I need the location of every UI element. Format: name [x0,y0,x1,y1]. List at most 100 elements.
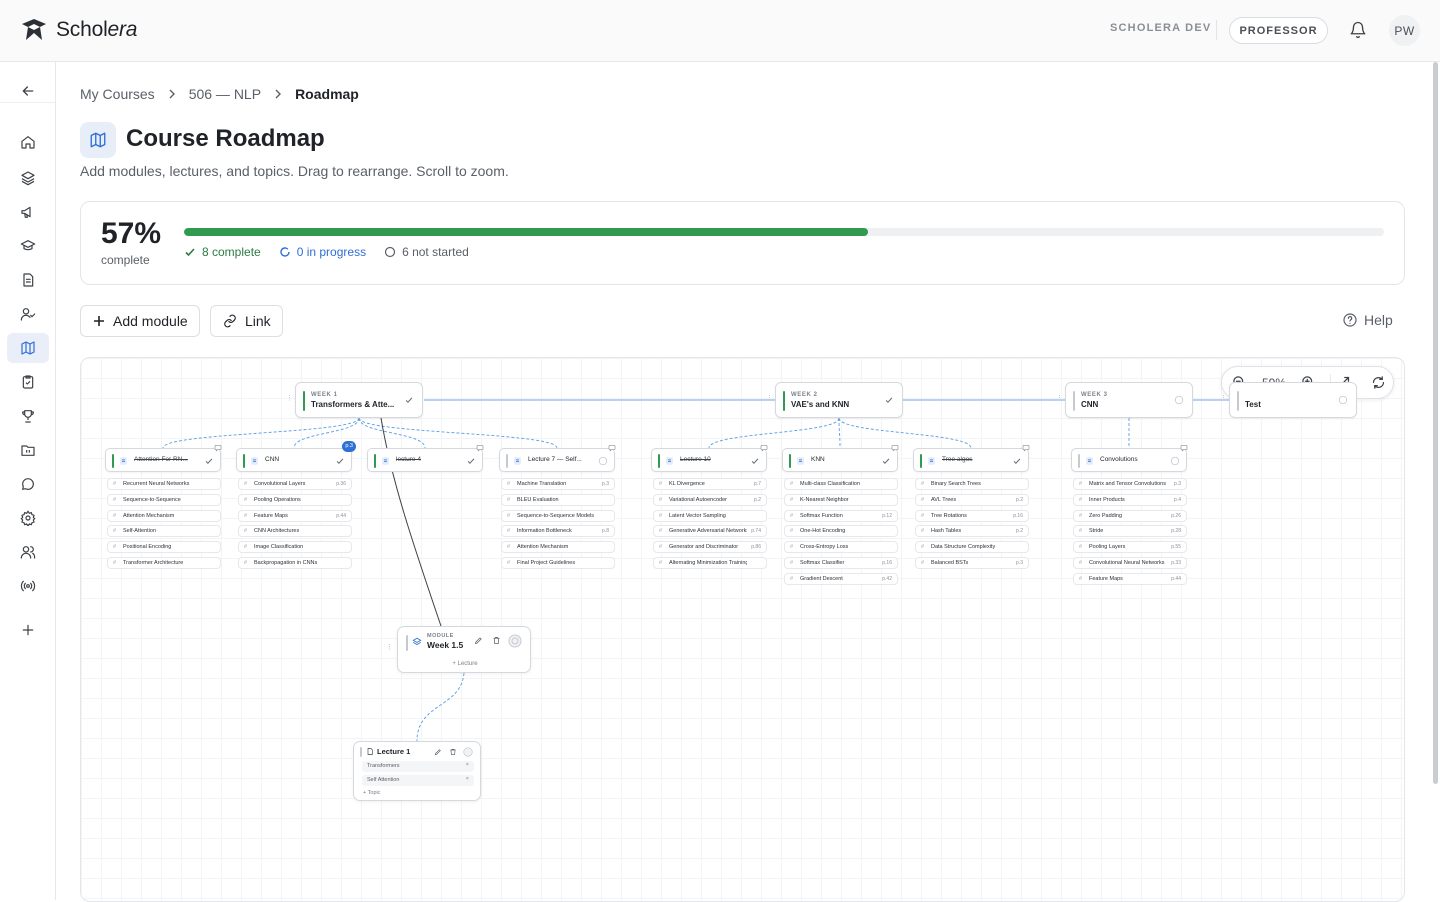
status-indicator[interactable] [1338,395,1348,405]
topic-chip[interactable]: # Sequence-to-Sequence [107,493,221,506]
role-badge[interactable]: PROFESSOR [1229,17,1328,44]
status-indicator[interactable] [404,395,414,405]
link-button[interactable]: Link [210,305,283,337]
pencil-icon[interactable] [474,636,483,645]
breadcrumb-course[interactable]: 506 — NLP [189,86,261,102]
status-indicator[interactable] [335,456,345,466]
topic-chip[interactable]: # Information Bottleneck p.8 [501,525,615,538]
topic-chip[interactable]: # Alternating Minimization Training [653,557,767,569]
status-indicator[interactable] [750,456,760,466]
check-icon[interactable] [335,456,345,466]
chat-icon[interactable] [7,469,49,499]
graduation-cap-icon[interactable] [7,231,49,261]
status-indicator[interactable] [1174,395,1184,405]
status-indicator[interactable] [1012,456,1022,466]
comment-icon[interactable] [1180,444,1188,452]
trash-icon[interactable] [492,636,501,645]
comment-icon[interactable] [608,444,616,452]
status-circle-icon[interactable] [508,634,522,648]
folder-icon[interactable] [7,435,49,465]
topic-chip[interactable]: # Machine Translation p.3 [501,478,615,490]
check-icon[interactable] [404,395,414,405]
roadmap-canvas[interactable]: MODULE Week 1.5 + Lecture Lecture 1 Tran… [80,357,1405,902]
week-node[interactable]: WEEK 3 CNN [1065,382,1193,418]
topic-chip[interactable]: # K-Nearest Neighbor [784,493,898,506]
status-indicator[interactable] [598,456,608,466]
status-circle-icon[interactable] [598,456,608,466]
drag-handle-icon[interactable]: ⋮ [386,643,393,651]
topic-chip[interactable]: # Pooling Operations [238,493,352,506]
comment-icon[interactable] [760,444,768,452]
layers-icon[interactable] [7,163,49,193]
topic-chip[interactable]: # KL Divergence p.7 [653,478,767,490]
broadcast-icon[interactable] [7,571,49,601]
lecture-node[interactable]: Lecture 7 — Self... [499,445,616,472]
add-topic-button[interactable]: + Topic [363,790,380,796]
topic-chip[interactable]: # Stride p.28 [1073,525,1187,538]
lecture-node[interactable]: Attention For RN... [105,445,222,472]
topic-chip[interactable]: # Variational Autoencoder p.2 [653,493,767,506]
users-icon[interactable] [7,537,49,567]
bell-icon[interactable] [1349,21,1367,39]
add-lecture-button[interactable]: + Lecture [398,661,532,667]
topic-chip[interactable]: # Convolutional Neural Networks p.33 [1073,557,1187,569]
topic-chip[interactable]: # Sequence-to-Sequence Models [501,509,615,522]
page-badge[interactable]: p.3 [342,441,356,452]
week-node[interactable]: WEEK 1 Transformers & Atte... [295,382,423,418]
add-module-button[interactable]: Add module [80,305,200,337]
lecture-node[interactable]: Convolutions [1071,445,1188,472]
topic-chip[interactable]: # Pooling Layers p.55 [1073,541,1187,554]
check-icon[interactable] [884,395,894,405]
gear-icon[interactable] [7,503,49,533]
topic-chip[interactable]: # One-Hot Encoding [784,525,898,538]
topic-chip[interactable]: # Attention Mechanism [501,541,615,554]
topic-chip[interactable]: # Recurrent Neural Networks [107,478,221,490]
comment-icon[interactable] [476,444,484,452]
check-icon[interactable] [881,456,891,466]
lecture-node[interactable]: KNN [782,445,899,472]
add-icon[interactable] [7,615,49,645]
topic-chip[interactable]: # Latent Vector Sampling [653,509,767,522]
status-indicator[interactable] [204,456,214,466]
drag-handle-icon[interactable]: ⋮ [766,395,773,402]
comment-icon[interactable] [891,444,899,452]
drag-handle-icon[interactable]: ⋮ [1056,395,1063,402]
topic-chip[interactable]: # Multi-class Classification [784,478,898,490]
page-scrollbar[interactable] [1433,62,1438,784]
topic-chip[interactable]: # Binary Search Trees [915,478,1029,490]
lecture-node[interactable]: Lecture 10 [651,445,768,472]
trophy-icon[interactable] [7,401,49,431]
topic-chip[interactable]: # Generative Adversarial Networks p.74 [653,525,767,538]
topic-chip[interactable]: # Transformer Architecture [107,557,221,569]
topic-chip[interactable]: # AVL Trees p.2 [915,493,1029,506]
topic-chip[interactable]: Transformers × [362,761,474,772]
status-circle-icon[interactable] [1170,456,1180,466]
topic-chip[interactable]: # Softmax Function p.12 [784,509,898,522]
check-icon[interactable] [204,456,214,466]
clipboard-check-icon[interactable] [7,367,49,397]
status-indicator[interactable] [881,456,891,466]
topic-chip[interactable]: # BLEU Evaluation [501,493,615,506]
week-node[interactable]: WEEK 2 VAE's and KNN [775,382,903,418]
comment-icon[interactable] [214,444,222,452]
topic-chip[interactable]: Self Attention × [362,775,474,786]
topic-chip[interactable]: # Inner Products p.4 [1073,493,1187,506]
status-circle-icon[interactable] [1174,395,1184,405]
close-icon[interactable]: × [466,776,469,782]
check-icon[interactable] [1012,456,1022,466]
topic-chip[interactable]: # Softmax Classifier p.16 [784,557,898,569]
topic-chip[interactable]: # Tree Rotations p.16 [915,509,1029,522]
status-indicator[interactable] [466,456,476,466]
status-indicator[interactable] [884,395,894,405]
topic-chip[interactable]: # Positional Encoding [107,541,221,554]
avatar[interactable]: PW [1389,15,1420,46]
topic-chip[interactable]: # Zero Padding p.26 [1073,509,1187,522]
breadcrumb-my-courses[interactable]: My Courses [80,86,155,102]
topic-chip[interactable]: # Cross-Entropy Loss [784,541,898,554]
status-circle-icon[interactable] [1338,395,1348,405]
pencil-icon[interactable] [434,748,442,756]
drag-handle-icon[interactable]: ⋮ [1220,395,1227,402]
check-icon[interactable] [750,456,760,466]
lecture-node[interactable]: Tree algos [913,445,1030,472]
comment-icon[interactable] [1022,444,1030,452]
